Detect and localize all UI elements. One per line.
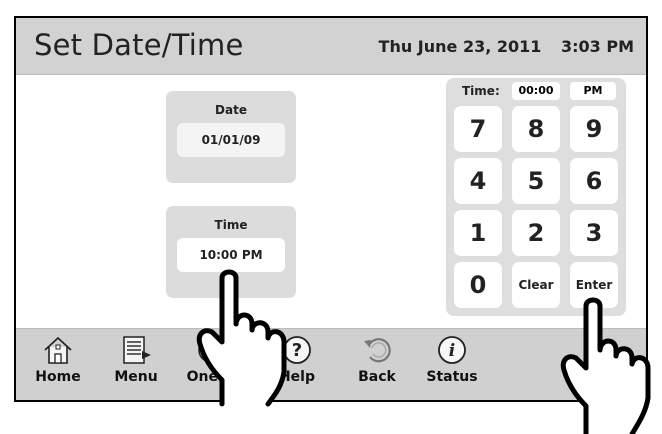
- current-time: 3:03 PM: [560, 37, 634, 56]
- current-datetime: Thu June 23, 2011 3:03 PM: [379, 37, 634, 56]
- keypad-time-display: 00:00: [512, 82, 560, 100]
- nav-status[interactable]: i Status: [424, 333, 480, 397]
- key-3[interactable]: 3: [570, 210, 618, 256]
- key-7[interactable]: 7: [454, 106, 502, 152]
- current-date: Thu June 23, 2011: [378, 37, 542, 56]
- nav-home-label: Home: [35, 369, 81, 385]
- date-label: Date: [215, 103, 247, 117]
- keypad-time-label: Time:: [462, 84, 500, 98]
- nav-menu[interactable]: Menu: [108, 333, 164, 397]
- date-panel: Date 01/01/09: [166, 91, 296, 183]
- nav-menu-label: Menu: [114, 369, 158, 385]
- svg-text:i: i: [449, 341, 455, 361]
- nav-home[interactable]: Home: [32, 333, 84, 397]
- numeric-keypad: Time: 00:00 PM 7 8 9 4 5 6 1 2 3 0 Clear…: [446, 78, 626, 316]
- key-2[interactable]: 2: [512, 210, 560, 256]
- nav-back-label: Back: [358, 369, 396, 385]
- am-pm-toggle[interactable]: PM: [570, 82, 616, 100]
- menu-icon: [123, 336, 151, 364]
- date-field[interactable]: 01/01/09: [177, 123, 285, 157]
- key-0[interactable]: 0: [454, 262, 502, 308]
- key-1[interactable]: 1: [454, 210, 502, 256]
- time-label: Time: [214, 218, 248, 232]
- back-icon: [364, 338, 391, 363]
- key-5[interactable]: 5: [512, 158, 560, 204]
- key-9[interactable]: 9: [570, 106, 618, 152]
- pointing-hand-icon: [560, 297, 651, 434]
- nav-status-label: Status: [426, 369, 478, 385]
- key-6[interactable]: 6: [570, 158, 618, 204]
- home-icon: [44, 336, 72, 364]
- key-8[interactable]: 8: [512, 106, 560, 152]
- key-4[interactable]: 4: [454, 158, 502, 204]
- page-title: Set Date/Time: [34, 28, 244, 62]
- pointing-hand-icon: [196, 269, 287, 407]
- header-bar: Set Date/Time Thu June 23, 2011 3:03 PM: [16, 18, 646, 75]
- nav-back[interactable]: Back: [352, 333, 402, 397]
- status-icon: i: [438, 336, 466, 364]
